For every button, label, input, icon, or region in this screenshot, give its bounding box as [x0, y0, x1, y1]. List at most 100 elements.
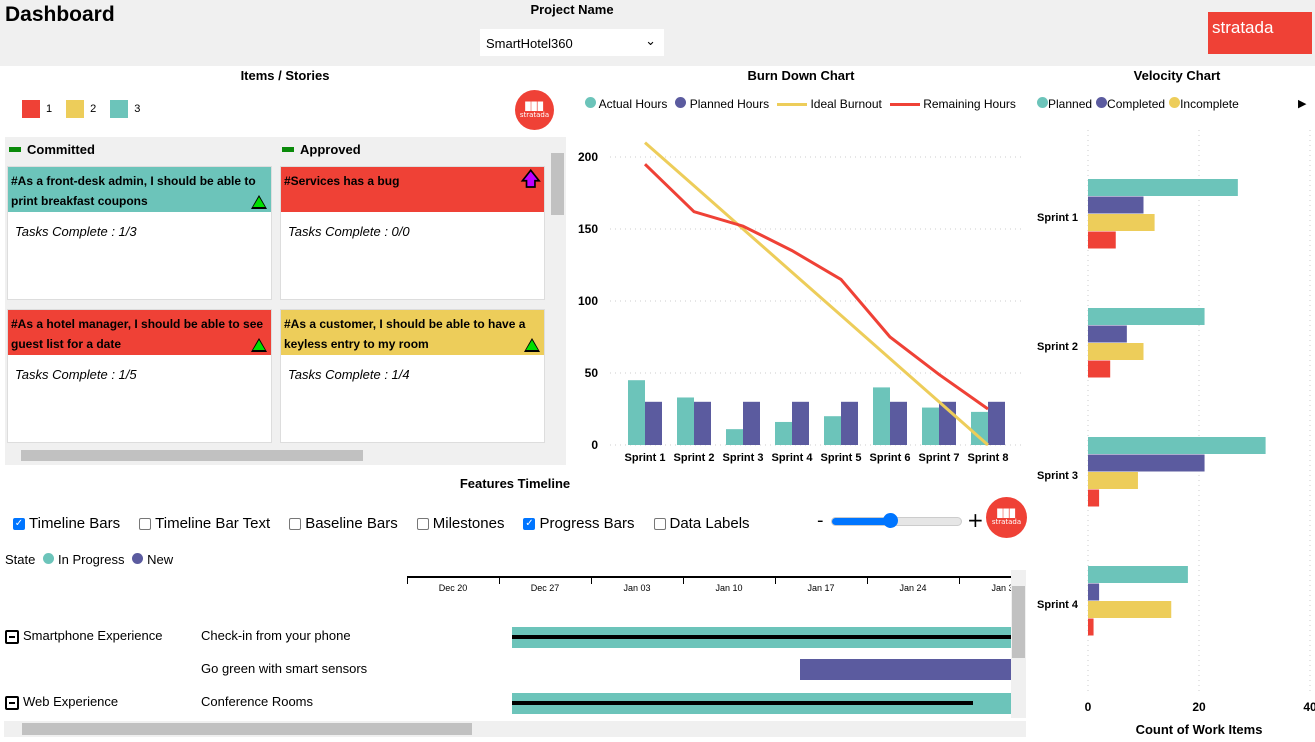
legend-item[interactable]: Planned Hours	[675, 97, 769, 111]
scroll-thumb[interactable]	[1012, 586, 1025, 658]
scroll-thumb[interactable]	[551, 153, 564, 215]
timeline-bar[interactable]	[512, 627, 1011, 648]
timeline-grid: Dec 20 Dec 27 Jan 03 Jan 10 Jan 17 Jan 24 Jan …	[0, 570, 1011, 720]
timeline-bar[interactable]	[512, 693, 1011, 714]
x-tick-label: Sprint 5	[821, 452, 862, 464]
zoom-slider[interactable]	[831, 513, 962, 528]
collapse-icon[interactable]	[282, 147, 294, 152]
card-title-text: #As a front-desk admin, I should be able…	[11, 174, 256, 208]
option-baseline-bars[interactable]: Baseline Bars	[289, 515, 398, 532]
option-timeline-bar-text[interactable]: Timeline Bar Text	[139, 515, 270, 532]
legend-dot	[1169, 97, 1181, 108]
velocity-bar	[1088, 566, 1188, 583]
velocity-bar	[1088, 601, 1172, 618]
y-tick-label: Sprint 2	[1037, 341, 1078, 353]
kanban-vertical-scrollbar[interactable]	[549, 137, 566, 447]
checkbox[interactable]	[289, 517, 302, 530]
legend-label: New	[147, 552, 174, 567]
kanban-board: Committed #As a front-desk admin, I shou…	[5, 137, 566, 465]
zoom-out-button[interactable]: -	[817, 510, 824, 531]
checkbox[interactable]: ✓	[523, 517, 536, 530]
legend-item: New	[132, 552, 173, 567]
legend-swatch	[22, 100, 40, 118]
velocity-bar	[1088, 472, 1138, 489]
checkbox[interactable]: ✓	[13, 517, 25, 530]
group-label: Web Experience	[23, 694, 119, 709]
x-tick-label: Sprint 7	[919, 452, 960, 464]
legend-dot	[43, 553, 55, 564]
option-progress-bars[interactable]: ✓ Progress Bars	[523, 515, 635, 532]
story-card[interactable]: #As a customer, I should be able to have…	[280, 309, 545, 443]
timeline-vertical-scrollbar[interactable]	[1011, 570, 1026, 718]
y-tick-label: 150	[578, 222, 598, 236]
zoom-slider-handle[interactable]	[883, 513, 899, 528]
purple-up-arrow-icon: 🡅	[521, 169, 540, 190]
timeline-axis	[407, 576, 1011, 578]
group-smartphone[interactable]: Smartphone Experience	[5, 628, 162, 644]
column-header[interactable]: Approved	[278, 137, 548, 162]
card-title-text: #As a hotel manager, I should be able to…	[11, 317, 264, 351]
axis-tick	[407, 576, 408, 584]
bar-planned-hours	[841, 401, 858, 445]
collapse-icon[interactable]	[9, 147, 21, 152]
legend-item[interactable]: Completed	[1096, 97, 1165, 111]
y-tick-label: 50	[585, 366, 599, 380]
legend-label: Incomplete	[1180, 97, 1239, 111]
legend-item[interactable]: Ideal Burnout	[777, 97, 882, 111]
card-title: #As a customer, I should be able to have…	[281, 310, 544, 355]
bar-actual-hours	[922, 407, 939, 445]
velocity-bar	[1088, 196, 1144, 214]
burndown-title: Burn Down Chart	[747, 68, 855, 83]
checkbox[interactable]	[139, 517, 152, 530]
date-label: Jan 24	[899, 583, 927, 593]
x-tick-label: Sprint 3	[723, 452, 764, 464]
axis-tick	[591, 576, 592, 584]
option-milestones[interactable]: Milestones	[416, 515, 505, 532]
collapse-icon[interactable]	[5, 695, 19, 710]
legend-item[interactable]: Remaining Hours	[889, 97, 1016, 111]
timeline-options: ✓ Timeline Bars Timeline Bar Text Baseline …	[13, 515, 750, 532]
group-web[interactable]: Web Experience	[5, 694, 118, 710]
legend-item[interactable]: Incomplete	[1169, 97, 1239, 111]
date-label: Jan 31	[991, 583, 1011, 593]
checkbox-label: Milestones	[432, 515, 505, 532]
bar-actual-hours	[775, 421, 792, 445]
timeline-bar[interactable]	[800, 659, 1011, 680]
scroll-thumb[interactable]	[22, 723, 472, 735]
story-card[interactable]: #Services has a bug 🡅 Tasks Complete : 0/…	[280, 166, 545, 300]
legend-item: In Progress	[43, 552, 124, 567]
velocity-bar	[1088, 583, 1100, 601]
story-card[interactable]: #As a hotel manager, I should be able to…	[7, 309, 272, 443]
burndown-chart: 0 50 100 150 200 Sprint 1 Sprint 2 Sprint 3 Spri…	[578, 141, 1025, 464]
kanban-horizontal-scrollbar[interactable]	[5, 447, 549, 463]
x-tick-label: Sprint 6	[870, 452, 911, 464]
legend-item: 1	[22, 100, 52, 118]
story-card[interactable]: #As a front-desk admin, I should be able…	[7, 166, 272, 300]
legend-item[interactable]: Planned	[1037, 97, 1092, 111]
progress-bar	[512, 635, 1011, 639]
velocity-bar	[1088, 360, 1111, 378]
green-triangle-icon	[251, 195, 267, 209]
scroll-thumb[interactable]	[21, 450, 363, 461]
velocity-bar	[1088, 437, 1266, 454]
x-tick-label: Sprint 1	[625, 452, 666, 464]
checkbox[interactable]	[653, 517, 666, 530]
burndown-legend: Actual Hours Planned Hours Ideal Burnout…	[585, 97, 1016, 111]
logo-text: stratada	[991, 518, 1022, 526]
option-data-labels[interactable]: Data Labels	[653, 515, 750, 532]
timeline-horizontal-scrollbar[interactable]	[4, 721, 1026, 737]
option-timeline-bars[interactable]: ✓ Timeline Bars	[13, 515, 120, 532]
column-header[interactable]: Committed	[5, 137, 275, 162]
checkbox[interactable]	[416, 517, 429, 530]
legend-dot	[1096, 97, 1108, 108]
velocity-bar	[1088, 618, 1094, 636]
zoom-in-button[interactable]: +	[967, 508, 984, 532]
legend-line	[777, 103, 808, 107]
legend-label: Actual Hours	[598, 97, 668, 111]
collapse-icon[interactable]	[5, 629, 19, 644]
legend-item[interactable]: Actual Hours	[585, 97, 667, 111]
project-select[interactable]: SmartHotel360 ⌄	[480, 29, 664, 56]
legend-next-arrow-icon[interactable]: ▶	[1298, 97, 1306, 110]
checkbox-label: Timeline Bars	[29, 515, 121, 532]
bar-actual-hours	[677, 397, 694, 445]
